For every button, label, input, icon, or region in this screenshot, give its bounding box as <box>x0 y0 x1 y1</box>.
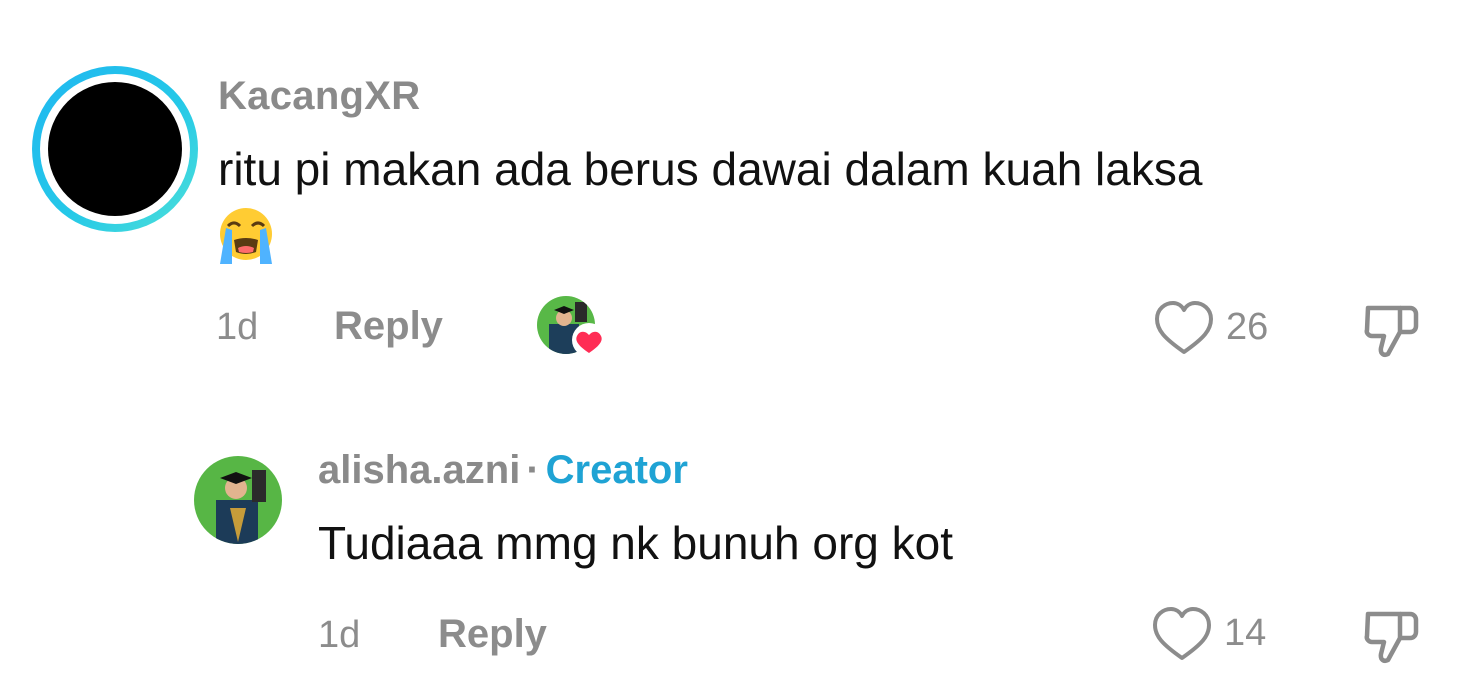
commenter-avatar[interactable] <box>32 66 198 232</box>
creator-badge: Creator <box>545 448 688 492</box>
like-heart-icon[interactable] <box>1154 300 1214 356</box>
comment-text: ritu pi makan ada berus dawai dalam kuah… <box>218 143 1203 195</box>
reply-dislike-thumb-icon[interactable] <box>1360 604 1422 666</box>
reply-timestamp: 1d <box>318 614 361 656</box>
reply-header: alisha.azni · Creator <box>318 448 688 493</box>
separator-dot: · <box>526 448 540 492</box>
reply-button[interactable]: Reply <box>334 304 443 349</box>
creator-avatar[interactable] <box>194 456 282 544</box>
creator-liked-avatar <box>537 296 606 357</box>
reply-text: Tudiaaa mmg nk bunuh org kot <box>318 517 953 569</box>
reply-like-count: 14 <box>1224 612 1267 654</box>
dislike-thumb-icon[interactable] <box>1360 298 1422 360</box>
like-count: 26 <box>1226 306 1269 348</box>
comment-timestamp: 1d <box>216 306 259 348</box>
comment-username[interactable]: KacangXR <box>218 74 420 119</box>
reply-username[interactable]: alisha.azni <box>318 448 520 492</box>
reply-reply-button[interactable]: Reply <box>438 612 547 657</box>
comments-thread: KacangXR ritu pi makan ada berus dawai d… <box>0 0 1470 700</box>
reply-like-heart-icon[interactable] <box>1152 606 1212 662</box>
loudly-crying-face-icon <box>220 208 272 264</box>
